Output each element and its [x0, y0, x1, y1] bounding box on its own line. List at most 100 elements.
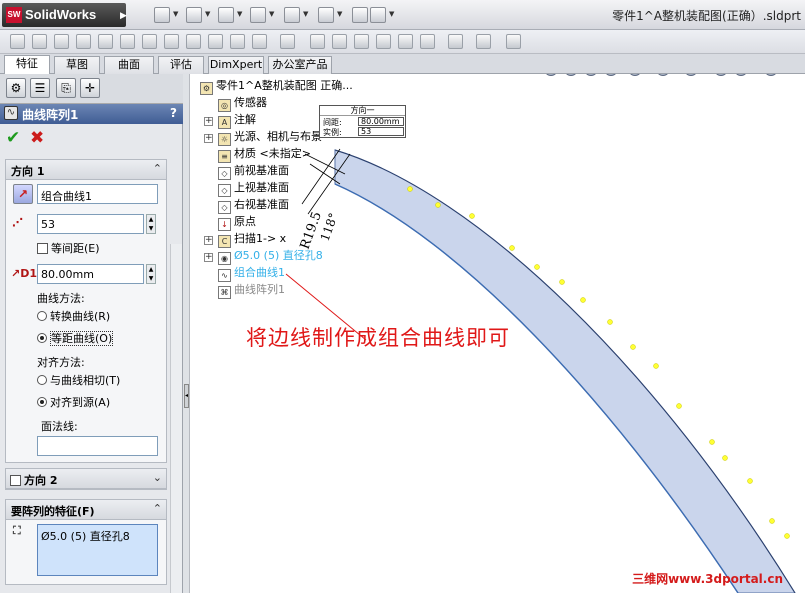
tab-office-products[interactable]: 办公室产品 — [268, 56, 332, 74]
expand-lights-icon[interactable]: + — [204, 134, 213, 143]
rib-icon[interactable] — [310, 34, 325, 49]
instances-field[interactable]: 53 — [37, 214, 144, 234]
intersect-icon[interactable] — [420, 34, 435, 49]
solidworks-logo[interactable]: SW SolidWorks ▶ — [2, 3, 127, 27]
panel-scrollbar[interactable] — [170, 244, 182, 593]
tangent-to-curve-radio[interactable]: 与曲线相切(T) — [37, 374, 120, 388]
cut-extrude-icon[interactable] — [120, 34, 135, 49]
features-list[interactable]: Ø5.0 (5) 直径孔8 — [37, 524, 158, 576]
tree-item-composite-curve[interactable]: ∿ 组合曲线1 — [218, 265, 285, 282]
undo-icon[interactable] — [284, 7, 300, 23]
fillet-icon[interactable] — [230, 34, 245, 49]
tree-item-hole[interactable]: ◉ Ø5.0 (5) 直径孔8 — [218, 248, 323, 265]
draft-icon[interactable] — [354, 34, 369, 49]
rebuild-icon[interactable] — [352, 7, 368, 23]
tree-item-origin[interactable]: ↓ 原点 — [218, 214, 256, 231]
select-icon[interactable] — [318, 7, 334, 23]
open-icon[interactable] — [186, 7, 202, 23]
save-dropdown-icon[interactable]: ▼ — [237, 10, 242, 18]
callout-instances-value[interactable]: 53 — [358, 127, 404, 136]
linear-pattern-icon[interactable] — [280, 34, 295, 49]
new-document-icon[interactable] — [154, 7, 170, 23]
direction2-header[interactable]: 方向 2 ⌄ — [6, 469, 166, 489]
cut-loft-icon[interactable] — [208, 34, 223, 49]
chamfer-icon[interactable] — [252, 34, 267, 49]
expand-annotations-icon[interactable]: + — [204, 117, 213, 126]
select-dropdown-icon[interactable]: ▼ — [337, 10, 342, 18]
tree-item-curve-pattern[interactable]: ⌘ 曲线阵列1 — [218, 282, 285, 299]
new-dropdown-icon[interactable]: ▼ — [173, 10, 178, 18]
options-icon[interactable] — [370, 7, 386, 23]
extrude-icon[interactable] — [10, 34, 25, 49]
loft-icon[interactable] — [76, 34, 91, 49]
cut-sweep-icon[interactable] — [186, 34, 201, 49]
menu-arrow-icon[interactable]: ▶ — [120, 11, 127, 21]
cancel-x-icon[interactable]: ✖ — [30, 128, 44, 148]
tree-item-material[interactable]: ≡ 材质 <未指定> — [218, 146, 311, 163]
sweep-tool-icon[interactable] — [54, 34, 69, 49]
print-dropdown-icon[interactable]: ▼ — [269, 10, 274, 18]
spacing-spinner[interactable]: ▲ ▼ — [146, 264, 156, 284]
pattern-icon: ⌘ — [218, 286, 231, 299]
dimxpert-tab-icon[interactable]: ✛ — [80, 78, 100, 98]
undo-dropdown-icon[interactable]: ▼ — [303, 10, 308, 18]
options-dropdown-icon[interactable]: ▼ — [389, 10, 394, 18]
save-icon[interactable] — [218, 7, 234, 23]
reverse-direction-button[interactable]: ↗ — [13, 184, 33, 204]
feature-list-item[interactable]: Ø5.0 (5) 直径孔8 — [41, 528, 154, 544]
ok-check-icon[interactable]: ✔ — [6, 128, 20, 148]
help-button[interactable]: ? — [170, 106, 177, 120]
property-manager-tab-icon[interactable]: ☰ — [30, 78, 50, 98]
cut-revolve-icon[interactable] — [164, 34, 179, 49]
radio-selected-icon — [37, 333, 47, 343]
boundary-icon[interactable] — [98, 34, 113, 49]
transform-curve-radio[interactable]: 转换曲线(R) — [37, 310, 110, 324]
callout-spacing-value[interactable]: 80.00mm — [358, 117, 404, 126]
tree-item-right-plane[interactable]: ◇ 右视基准面 — [218, 197, 289, 214]
collapse-chevron-icon[interactable]: ⌃ — [153, 162, 162, 175]
print-icon[interactable] — [250, 7, 266, 23]
revolve-icon[interactable] — [32, 34, 47, 49]
reference-geometry-icon[interactable] — [448, 34, 463, 49]
expand-hole-icon[interactable]: + — [204, 253, 213, 262]
features-to-pattern-header[interactable]: 要阵列的特征(F) ⌃ — [6, 500, 166, 520]
instant3d-icon[interactable] — [506, 34, 521, 49]
feature-tree-tab-icon[interactable]: ⚙ — [6, 78, 26, 98]
radio-icon — [37, 375, 47, 385]
tree-item-lights-cameras[interactable]: ☼ 光源、相机与布景 — [218, 129, 322, 146]
expand-sweep-icon[interactable]: + — [204, 236, 213, 245]
direction-callout[interactable]: 方向一 间距: 80.00mm 实例: 53 — [319, 105, 406, 138]
instances-spinner[interactable]: ▲ ▼ — [146, 214, 156, 234]
tree-item-annotations[interactable]: A 注解 — [218, 112, 256, 129]
equal-spacing-checkbox[interactable]: 等间距(E) — [37, 242, 100, 256]
features-to-pattern-label: 要阵列的特征(F) — [11, 505, 95, 518]
offset-curve-radio[interactable]: 等距曲线(O) — [37, 331, 114, 346]
tree-item-front-plane[interactable]: ◇ 前视基准面 — [218, 163, 289, 180]
tab-evaluate[interactable]: 评估 — [158, 56, 204, 74]
tree-item-sensors[interactable]: ◎ 传感器 — [218, 95, 267, 112]
expand-chevron-icon[interactable]: ⌄ — [153, 471, 162, 484]
tree-item-top-plane[interactable]: ◇ 上视基准面 — [218, 180, 289, 197]
shell-icon[interactable] — [332, 34, 347, 49]
collapse-panel-icon[interactable]: ◂ — [184, 384, 189, 408]
align-to-seed-radio[interactable]: 对齐到源(A) — [37, 396, 110, 410]
open-dropdown-icon[interactable]: ▼ — [205, 10, 210, 18]
wrap-icon[interactable] — [376, 34, 391, 49]
direction2-checkbox[interactable] — [10, 475, 21, 486]
tab-surfaces[interactable]: 曲面 — [104, 56, 154, 74]
face-normal-field[interactable] — [37, 436, 158, 456]
tab-features[interactable]: 特征 — [4, 55, 50, 75]
collapse-chevron-icon[interactable]: ⌃ — [153, 502, 162, 515]
panel-splitter[interactable]: ◂ — [183, 74, 190, 593]
spacing-field[interactable]: 80.00mm — [37, 264, 144, 284]
configuration-tab-icon[interactable]: ⎘ — [56, 78, 76, 98]
tree-root[interactable]: ⚙ 零件1^A整机装配图 正确... — [200, 78, 353, 95]
curves-icon[interactable] — [476, 34, 491, 49]
dome-icon[interactable] — [398, 34, 413, 49]
tab-sketch[interactable]: 草图 — [54, 56, 100, 74]
pattern-direction-field[interactable]: 组合曲线1 — [37, 184, 158, 204]
hole-wizard-icon[interactable] — [142, 34, 157, 49]
tab-dimxpert[interactable]: DimXpert — [208, 56, 264, 74]
tree-item-sweep[interactable]: C 扫描1-> x — [218, 231, 286, 248]
direction1-header[interactable]: 方向 1 ⌃ — [6, 160, 166, 180]
